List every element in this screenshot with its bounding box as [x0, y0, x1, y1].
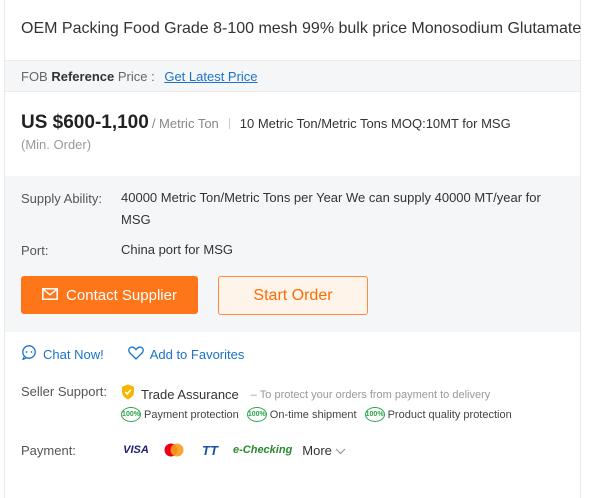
- chat-bubble-icon: [21, 345, 37, 363]
- protection-label: On-time shipment: [269, 408, 357, 421]
- more-label: More: [302, 442, 332, 458]
- fob-reference: Reference: [51, 69, 115, 84]
- get-latest-price-link[interactable]: Get Latest Price: [164, 69, 257, 84]
- start-order-button[interactable]: Start Order: [218, 276, 368, 315]
- protection-100-badge-icon: 100%: [246, 407, 267, 422]
- protection-item: 100% Product quality protection: [364, 407, 512, 422]
- moq-text: 10 Metric Ton/Metric Tons MOQ:10MT for M…: [239, 116, 511, 131]
- chevron-down-icon: [335, 443, 346, 458]
- fob-price-bar: FOB Reference Price : Get Latest Price: [5, 60, 580, 92]
- fob-text: FOB Reference Price : Get Latest Price: [21, 69, 258, 84]
- fob-prefix: FOB: [21, 69, 48, 84]
- protection-label: Product quality protection: [387, 408, 512, 421]
- price-block: US $600-1,100/ Metric Ton 10 Metric Ton/M…: [21, 112, 576, 134]
- e-checking-icon: e-Checking: [233, 444, 293, 456]
- envelope-icon: [42, 287, 58, 304]
- port-value: China port for MSG: [121, 242, 233, 257]
- trade-assurance-shield-icon: [121, 384, 135, 405]
- contact-supplier-label: Contact Supplier: [66, 286, 177, 304]
- chat-now-link[interactable]: Chat Now!: [21, 345, 104, 363]
- trade-assurance-title[interactable]: Trade Assurance: [141, 387, 239, 402]
- add-to-favorites-link[interactable]: Add to Favorites: [127, 345, 245, 363]
- seller-support-label: Seller Support:: [21, 384, 107, 399]
- visa-icon: VISA: [123, 444, 149, 456]
- divider: [228, 118, 230, 130]
- trade-assurance-row: Trade Assurance – To protect your orders…: [121, 384, 490, 405]
- protection-100-badge-icon: 100%: [121, 407, 141, 422]
- add-to-favorites-label: Add to Favorites: [149, 346, 245, 362]
- more-payment-dropdown[interactable]: More: [302, 443, 346, 458]
- trade-assurance-description: – To protect your orders from payment to…: [250, 388, 491, 401]
- start-order-label: Start Order: [253, 286, 333, 304]
- fob-price-word: Price :: [117, 69, 155, 84]
- tt-transfer-icon: TT: [202, 442, 218, 458]
- min-order-label: (Min. Order): [21, 137, 92, 152]
- supply-ability-value: 40000 Metric Ton/Metric Tons per Year We…: [121, 190, 541, 227]
- protection-list: 100% Payment protection 100% On-time shi…: [121, 407, 512, 422]
- heart-icon: [127, 346, 144, 363]
- supply-ability-label: Supply Ability:: [21, 191, 102, 206]
- price-range: US $600-1,100: [21, 112, 149, 133]
- chat-now-label: Chat Now!: [43, 346, 104, 362]
- payment-label: Payment:: [21, 443, 76, 458]
- product-title: OEM Packing Food Grade 8-100 mesh 99% bu…: [21, 20, 581, 37]
- mastercard-icon: [161, 440, 187, 460]
- contact-supplier-button[interactable]: Contact Supplier: [21, 276, 198, 314]
- action-links: Chat Now! Add to Favorites: [21, 345, 244, 363]
- protection-item: 100% Payment protection: [121, 407, 239, 422]
- protection-label: Payment protection: [144, 408, 239, 421]
- protection-item: 100% On-time shipment: [246, 407, 357, 422]
- port-label: Port:: [21, 243, 49, 258]
- protection-100-badge-icon: 100%: [364, 407, 385, 422]
- price-unit: / Metric Ton: [151, 116, 219, 131]
- payment-methods: VISA TT e-Checking More: [121, 440, 346, 460]
